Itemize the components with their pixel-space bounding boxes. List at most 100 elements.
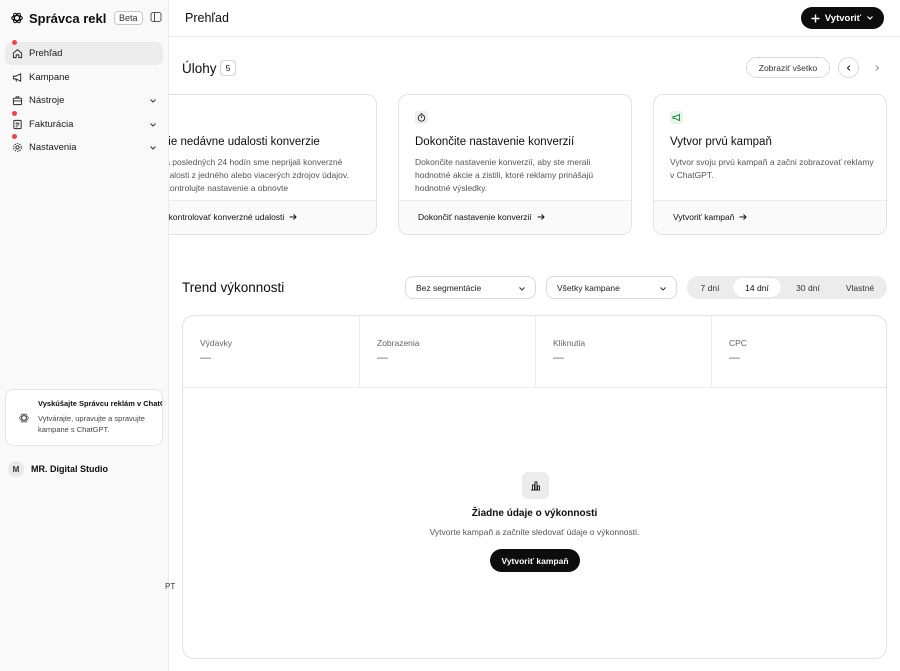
task-card-footer: Vytvoriť kampaň xyxy=(654,200,886,234)
date-range-toggle: 7 dní 14 dní 30 dní Vlastné xyxy=(687,276,887,299)
task-card-description: Vytvor svoju prvú kampaň a začni zobrazo… xyxy=(670,157,874,180)
campaign-select[interactable]: Všetky kampane xyxy=(546,276,677,299)
chevron-left-icon xyxy=(846,64,850,71)
sidebar-item-label: Fakturácia xyxy=(29,118,74,130)
avatar: M xyxy=(8,461,24,477)
tasks-title: Úlohy xyxy=(182,61,217,76)
segmentation-select-value: Bez segmentácie xyxy=(416,282,482,293)
arrow-right-icon xyxy=(289,214,298,220)
plus-icon xyxy=(811,14,820,22)
task-card-link-label: Dokončiť nastavenie konverzií xyxy=(418,212,532,222)
metric-value: — xyxy=(729,352,740,364)
brand[interactable]: Správca rekl... Beta xyxy=(10,10,162,26)
sidebar-item-label: Nastavenia xyxy=(29,142,77,153)
metric-value: — xyxy=(553,352,564,364)
chevron-right-icon xyxy=(875,64,879,71)
truncated-text: PT xyxy=(165,582,176,591)
metric-label: Zobrazenia xyxy=(377,338,420,348)
task-card-description: Za posledných 24 hodín sme neprijali kon… xyxy=(169,157,349,193)
metric-value: — xyxy=(377,352,388,364)
task-card-conversion-setup[interactable]: Dokončite nastavenie konverzií Dokončite… xyxy=(398,94,632,235)
carousel-prev-button[interactable] xyxy=(838,57,859,78)
task-card-footer: Skontrolovať konverzné udalosti xyxy=(169,200,376,234)
chevron-down-icon xyxy=(150,99,156,103)
chevron-down-icon xyxy=(150,122,156,127)
task-card-first-campaign[interactable]: Vytvor prvú kampaň Vytvor svoju prvú kam… xyxy=(653,94,887,235)
arrow-right-icon xyxy=(739,214,748,220)
brand-name: Správca rekl... xyxy=(29,10,107,26)
sidebar-item-overview[interactable]: Prehľad xyxy=(5,40,163,65)
sidebar-toggle-icon[interactable] xyxy=(150,11,162,23)
sidebar-item-tools[interactable]: Nástroje xyxy=(5,89,163,112)
chevron-down-icon xyxy=(867,16,874,20)
range-30-days[interactable]: 30 dní xyxy=(783,278,833,297)
sidebar-nav: Prehľad Kampane Nástroje Fakturácia Nast… xyxy=(5,40,163,160)
tasks-carousel: Nie nedávne udalosti konverzie Za posled… xyxy=(169,94,900,236)
chevron-down-icon xyxy=(660,287,666,291)
promo-text: Vytvárajte, upravujte a spravujte kampan… xyxy=(38,414,145,434)
page-title: Prehľad xyxy=(185,11,229,25)
account-name: MR. Digital Studio xyxy=(31,464,108,474)
home-icon xyxy=(12,48,23,59)
chatgpt-promo-card[interactable]: Vyskúšajte Správcu reklám v ChatGPT Vytv… xyxy=(5,389,163,446)
metric-clicks[interactable]: Kliknutia — xyxy=(536,316,712,388)
range-7-days[interactable]: 7 dní xyxy=(689,278,731,297)
openai-logo-icon xyxy=(11,12,23,24)
metric-label: Kliknutia xyxy=(553,338,586,348)
empty-state-title: Žiadne údaje o výkonnosti xyxy=(471,508,598,519)
task-card-conversion-events[interactable]: Nie nedávne udalosti konverzie Za posled… xyxy=(169,94,377,235)
task-card-link-label: Vytvoriť kampaň xyxy=(673,212,735,222)
create-campaign-button[interactable]: Vytvoriť kampaň xyxy=(490,549,580,572)
task-card-title: Dokončite nastavenie konverzií xyxy=(415,136,575,148)
task-card-title: Nie nedávne udalosti konverzie xyxy=(169,136,320,148)
segmentation-select[interactable]: Bez segmentácie xyxy=(405,276,536,299)
openai-logo-icon xyxy=(19,413,29,423)
promo-title: Vyskúšajte Správcu reklám v ChatGPT xyxy=(38,399,163,408)
metric-spend[interactable]: Výdavky — xyxy=(183,316,360,388)
topbar: Prehľad Vytvoriť xyxy=(169,0,900,37)
megaphone-icon xyxy=(12,72,23,83)
task-card-link[interactable]: Vytvoriť kampaň xyxy=(673,212,748,222)
notification-dot xyxy=(12,134,17,139)
task-card-link-label: Skontrolovať konverzné udalosti xyxy=(169,212,285,222)
arrow-right-icon xyxy=(537,214,545,220)
bar-chart-icon xyxy=(522,472,549,499)
task-card-title: Vytvor prvú kampaň xyxy=(670,136,772,148)
megaphone-icon xyxy=(670,111,683,124)
range-custom[interactable]: Vlastné xyxy=(835,278,885,297)
beta-badge: Beta xyxy=(114,11,143,25)
task-card-link[interactable]: Dokončiť nastavenie konverzií xyxy=(418,212,545,222)
invoice-icon xyxy=(12,119,23,130)
sidebar-item-label: Nástroje xyxy=(29,95,65,106)
metric-cpc[interactable]: CPC — xyxy=(712,316,886,388)
range-14-days[interactable]: 14 dní xyxy=(733,278,781,297)
sidebar: Správca rekl... Beta Prehľad Kampane Nás… xyxy=(0,0,169,671)
show-all-button[interactable]: Zobraziť všetko xyxy=(746,57,830,78)
sidebar-item-label: Prehľad xyxy=(29,48,63,59)
gear-icon xyxy=(12,142,23,153)
sidebar-item-billing[interactable]: Fakturácia xyxy=(5,110,163,136)
stopwatch-icon xyxy=(415,111,428,124)
performance-panel: Výdavky — Zobrazenia — Kliknutia — CPC —… xyxy=(182,315,887,659)
metric-value: — xyxy=(200,352,211,364)
task-card-link[interactable]: Skontrolovať konverzné udalosti xyxy=(169,212,298,222)
create-button[interactable]: Vytvoriť xyxy=(801,7,884,29)
sidebar-item-settings[interactable]: Nastavenia xyxy=(5,134,163,159)
campaign-select-value: Všetky kampane xyxy=(557,282,620,293)
toolbox-icon xyxy=(12,95,23,106)
metrics-row: Výdavky — Zobrazenia — Kliknutia — CPC — xyxy=(183,316,886,388)
task-card-footer: Dokončiť nastavenie konverzií xyxy=(399,200,631,234)
tasks-count-badge: 5 xyxy=(220,60,236,76)
metric-label: CPC xyxy=(729,338,747,348)
sidebar-item-campaigns[interactable]: Kampane xyxy=(5,66,163,89)
trend-title: Trend výkonnosti xyxy=(182,280,285,295)
notification-dot xyxy=(12,110,17,116)
task-card-description: Dokončite nastavenie konverzií, aby ste … xyxy=(415,157,594,193)
empty-state-text: Vytvorte kampaň a začnite sledovať údaje… xyxy=(429,527,640,537)
metric-impressions[interactable]: Zobrazenia — xyxy=(360,316,536,388)
sidebar-item-label: Kampane xyxy=(29,71,70,83)
notification-dot xyxy=(12,40,17,45)
carousel-next-button[interactable] xyxy=(866,57,887,78)
account-switcher[interactable]: M MR. Digital Studio xyxy=(8,461,108,477)
chevron-down-icon xyxy=(519,287,525,291)
